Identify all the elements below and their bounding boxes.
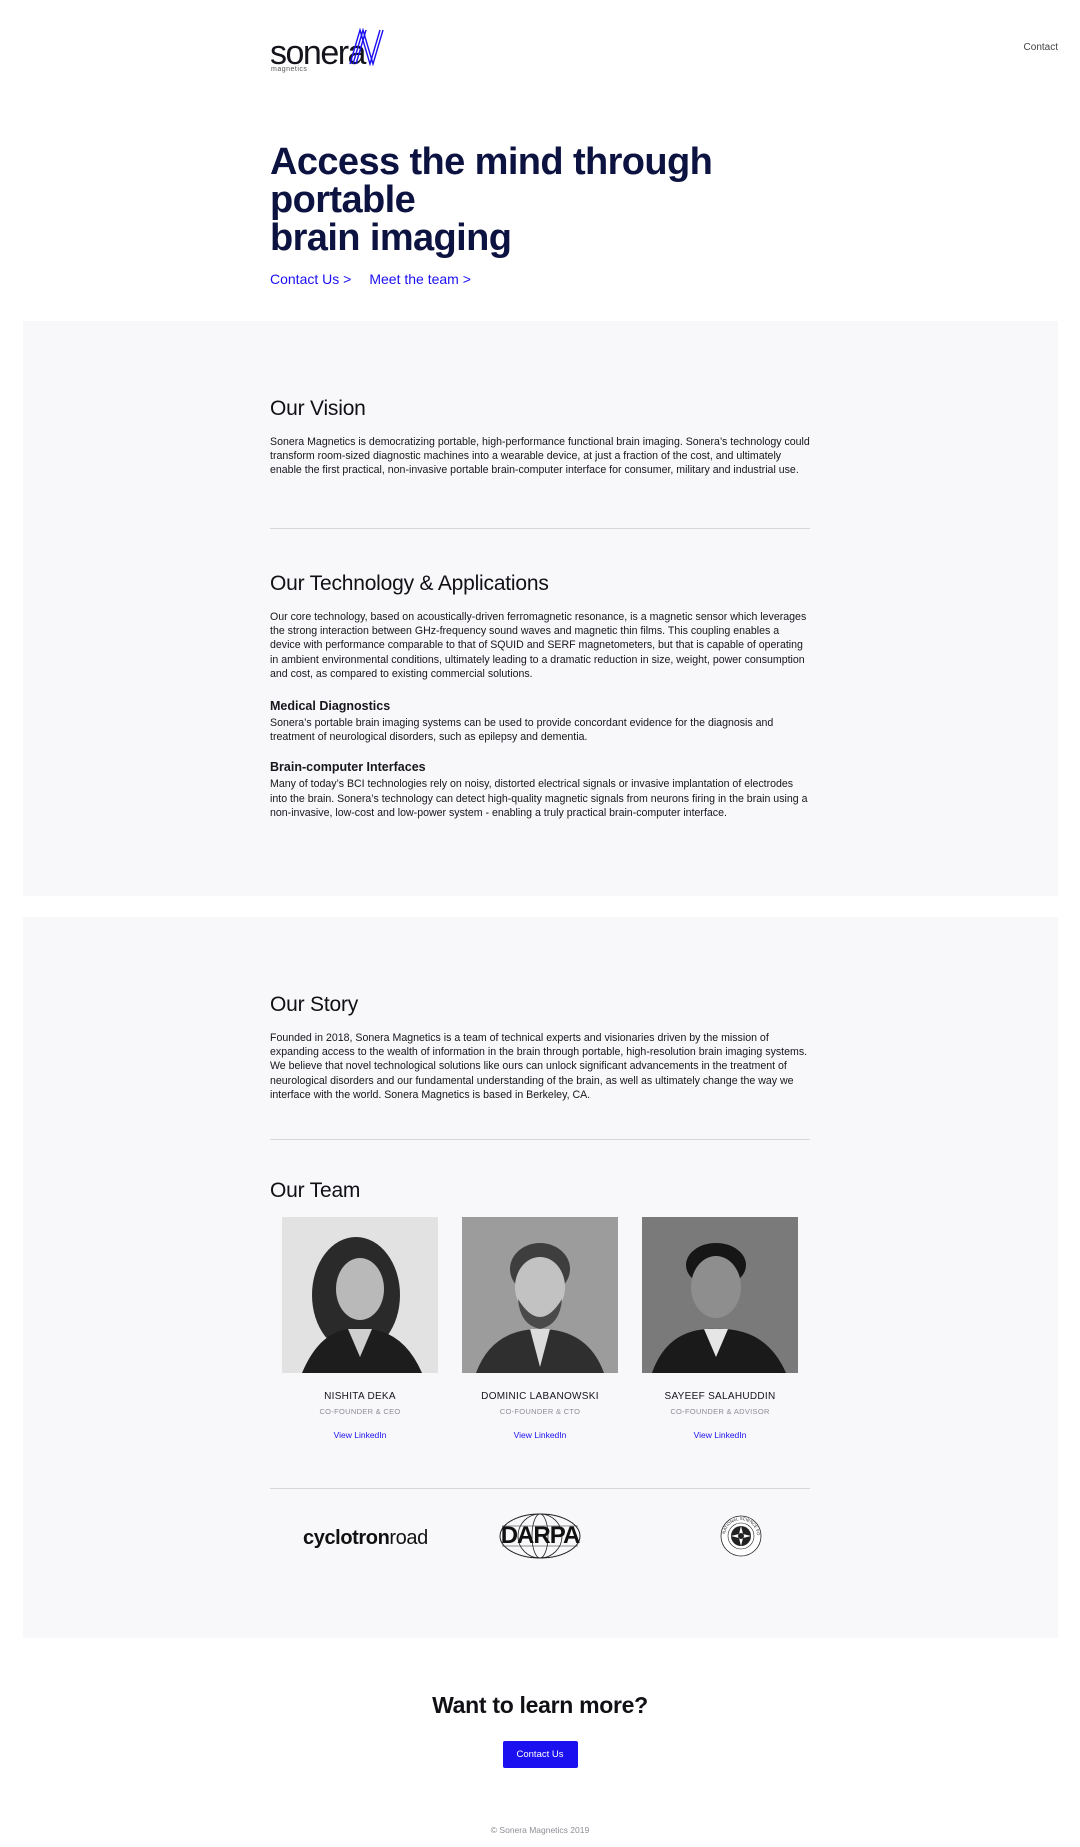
team-title: Our Team [270,1179,361,1202]
member-photo [282,1217,438,1373]
portrait-photo-icon [282,1217,438,1373]
story-body: Founded in 2018, Sonera Magnetics is a t… [270,1032,808,1101]
hero-title: Access the mind through portable brain i… [270,143,830,257]
member-role: CO-FOUNDER & ADVISOR [670,1407,770,1416]
technology-title: Our Technology & Applications [270,572,549,595]
cyclotron-logo-light: road [389,1527,428,1549]
member-role: CO-FOUNDER & CEO [319,1407,401,1416]
bci-body: Many of today’s BCI technologies rely on… [270,778,808,819]
cyclotron-logo-bold: cyclotron [303,1527,390,1549]
darpa-logo: DARPA [499,1513,581,1559]
footer-copyright: © Sonera Magnetics 2019 [490,1825,590,1835]
nsf-logo: NATIONAL SCIENCE FOUNDATION [718,1511,762,1557]
member-photo [462,1217,618,1373]
team-member-card: DOMINIC LABANOWSKI CO-FOUNDER & CTO View… [462,1217,618,1443]
hero-contact-link[interactable]: Contact Us > [270,271,351,287]
medical-diagnostics-title: Medical Diagnostics [270,699,391,714]
vision-technology-panel: Our Vision Sonera Magnetics is democrati… [23,321,1058,896]
hero-team-link[interactable]: Meet the team > [369,271,471,287]
logo-subtitle: magnetics [271,66,308,73]
story-section: Our Story Founded in 2018, Sonera Magnet… [270,993,810,1102]
hero-links: Contact Us > Meet the team > [270,271,830,287]
medical-diagnostics-body: Sonera’s portable brain imaging systems … [270,717,774,744]
vision-title: Our Vision [270,397,366,420]
linkedin-link[interactable]: View LinkedIn [334,1430,387,1440]
team-member-card: SAYEEF SALAHUDDIN CO-FOUNDER & ADVISOR V… [642,1217,798,1443]
linkedin-link[interactable]: View LinkedIn [514,1430,567,1440]
cyclotron-road-logo: cyclotronroad [303,1527,428,1550]
cta-section: Want to learn more? Contact Us [0,1692,1080,1768]
nsf-seal-icon: NATIONAL SCIENCE FOUNDATION [718,1511,762,1557]
bci-title: Brain-computer Interfaces [270,760,426,775]
member-name: NISHITA DEKA [324,1391,396,1402]
hero-title-line1: Access the mind through portable [270,141,713,221]
team-heading: Our Team [270,1179,810,1203]
nav-contact-link[interactable]: Contact [1024,42,1058,53]
technology-section: Our Technology & Applications Our core t… [270,572,810,820]
hero-section: Access the mind through portable brain i… [270,143,830,287]
sonera-logo[interactable]: sonera magnetics [270,28,390,76]
site-header: sonera magnetics Contact [0,0,1080,90]
vision-section: Our Vision Sonera Magnetics is democrati… [270,397,810,478]
section-divider [270,1139,810,1140]
team-member-card: NISHITA DEKA CO-FOUNDER & CEO View Linke… [282,1217,438,1443]
vision-body: Sonera Magnetics is democratizing portab… [270,436,810,477]
member-name: SAYEEF SALAHUDDIN [664,1391,776,1402]
story-title: Our Story [270,993,359,1016]
story-team-panel: Our Story Founded in 2018, Sonera Magnet… [23,917,1058,1638]
portrait-photo-icon [462,1217,618,1373]
section-divider [270,1488,810,1489]
wave-logo-icon [349,28,384,66]
partner-logos: cyclotronroad DARPA NATIONAL SCIENCE FOU… [270,1511,810,1563]
section-divider [270,528,810,529]
member-role: CO-FOUNDER & CTO [499,1407,581,1416]
linkedin-link[interactable]: View LinkedIn [694,1430,747,1440]
member-name: DOMINIC LABANOWSKI [481,1391,599,1402]
technology-body: Our core technology, based on acoustical… [270,611,807,680]
cta-title: Want to learn more? [432,1692,648,1718]
hero-title-line2: brain imaging [270,217,512,259]
member-photo [642,1217,798,1373]
portrait-photo-icon [642,1217,798,1373]
darpa-logo-text: DARPA [500,1522,581,1549]
cta-contact-button[interactable]: Contact Us [502,1741,578,1768]
